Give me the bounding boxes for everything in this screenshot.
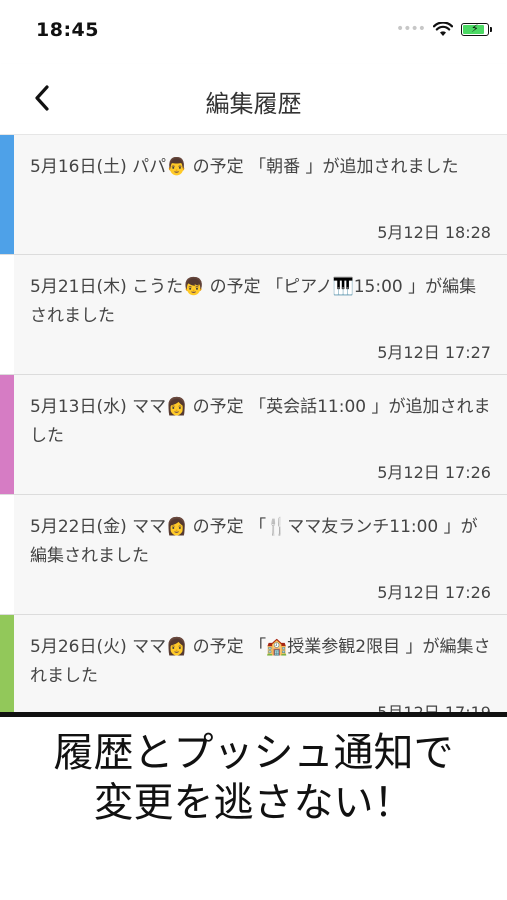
history-timestamp: 5月12日 17:26 (377, 463, 491, 482)
page-title: 編集履歴 (205, 90, 302, 118)
history-message: 5月13日(水) ママ👩 の予定 「英会話11:00 」が追加されました (30, 397, 491, 446)
history-message: 5月21日(木) こうた👦 の予定 「ピアノ🎹15:00 」が編集されました (30, 277, 477, 326)
history-list[interactable]: 5月16日(土) パパ👨 の予定 「朝番 」が追加されました 5月12日 18:2… (0, 135, 507, 712)
promo-caption: 履歴とプッシュ通知で 変更を逃さない！ (0, 728, 507, 828)
history-timestamp: 5月12日 17:26 (377, 583, 491, 602)
caption-line-1: 履歴とプッシュ通知で (53, 730, 454, 776)
member-color-bar (0, 375, 14, 494)
history-item[interactable]: 5月16日(土) パパ👨 の予定 「朝番 」が追加されました 5月12日 18:2… (0, 135, 507, 255)
member-color-bar (0, 615, 14, 712)
member-color-bar (0, 495, 14, 614)
caption-line-2: 変更を逃さない！ (93, 780, 414, 826)
status-icons: •••• ⚡ (395, 21, 492, 37)
history-item[interactable]: 5月21日(木) こうた👦 の予定 「ピアノ🎹15:00 」が編集されました 5月… (0, 255, 507, 375)
status-bar: 18:45 •••• ⚡ (0, 0, 507, 64)
history-timestamp: 5月12日 18:28 (377, 223, 491, 242)
history-item[interactable]: 5月26日(火) ママ👩 の予定 「🏫授業参観2限目 」が編集されました 5月12… (0, 615, 507, 712)
history-message: 5月16日(土) パパ👨 の予定 「朝番 」が追加されました (30, 157, 459, 177)
history-timestamp: 5月12日 17:19 (377, 699, 491, 712)
history-item[interactable]: 5月13日(水) ママ👩 の予定 「英会話11:00 」が追加されました 5月12… (0, 375, 507, 495)
history-timestamp: 5月12日 17:27 (377, 343, 491, 362)
bolt-icon: ⚡ (471, 21, 479, 35)
battery-charging-icon: ⚡ (461, 21, 492, 36)
navigation-bar: 編集履歴 (0, 64, 507, 135)
status-time: 18:45 (36, 19, 99, 41)
signal-icon: •••• (395, 21, 426, 37)
history-message: 5月26日(火) ママ👩 の予定 「🏫授業参観2限目 」が編集されました (30, 637, 491, 686)
member-color-bar (0, 255, 14, 374)
history-item[interactable]: 5月22日(金) ママ👩 の予定 「🍴ママ友ランチ11:00 」が編集されました… (0, 495, 507, 615)
wifi-icon (433, 21, 453, 36)
divider (0, 712, 507, 717)
history-message: 5月22日(金) ママ👩 の予定 「🍴ママ友ランチ11:00 」が編集されました (30, 517, 478, 566)
member-color-bar (0, 135, 14, 254)
